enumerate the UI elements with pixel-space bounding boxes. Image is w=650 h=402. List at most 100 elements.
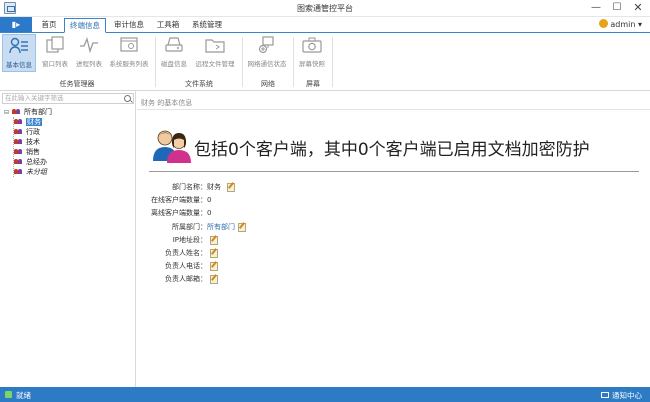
tree-node-admin[interactable]: 行政 (4, 127, 52, 137)
tree-node-root[interactable]: ⊟ 所有部门 (4, 107, 52, 117)
basic-info-button[interactable]: 基本信息 (2, 34, 36, 72)
tree-node-gm-office[interactable]: 总经办 (4, 157, 52, 167)
edit-icon[interactable] (210, 261, 218, 271)
status-text: 就绪 (16, 391, 31, 400)
edit-icon[interactable] (227, 182, 235, 192)
screenshot-label: 屏幕快照 (299, 60, 325, 68)
window-title: 图索通管控平台 (297, 4, 353, 13)
tab-audit-info[interactable]: 审计信息 (109, 18, 149, 33)
title-bar: 图索通管控平台 — ☐ ✕ (0, 0, 650, 17)
folder-icon (205, 39, 225, 53)
ribbon-separator (332, 37, 333, 87)
tree-node-label: 总经办 (26, 158, 47, 166)
group-icon (14, 147, 24, 155)
department-tree: ⊟ 所有部门 财务 行政 技术 销售 总经办 未分组 (4, 107, 52, 177)
disk-info-button[interactable]: 磁盘信息 (158, 34, 190, 72)
tree-node-label: 行政 (26, 128, 40, 136)
basic-info-label: 基本信息 (6, 61, 32, 69)
group-icon (14, 117, 24, 125)
close-button[interactable]: ✕ (630, 1, 646, 15)
tree-node-label: 财务 (26, 118, 42, 126)
field-parent-department: 所属部门：所有部门 (147, 222, 246, 232)
notification-center-button[interactable]: 通知中心 (601, 390, 642, 401)
edit-icon[interactable] (210, 274, 218, 284)
group-network: 网络 (261, 80, 275, 88)
field-label: 所属部门： (172, 223, 207, 231)
tree-node-sales[interactable]: 销售 (4, 147, 52, 157)
edit-icon[interactable] (210, 235, 218, 245)
field-manager-phone: 负责人电话： (147, 261, 218, 271)
mail-icon (601, 392, 609, 398)
process-list-label: 进程列表 (76, 60, 102, 68)
edit-icon[interactable] (210, 248, 218, 258)
field-label: IP地址段： (172, 236, 207, 244)
group-icon (14, 127, 24, 135)
status-icon (5, 391, 12, 398)
user-name: admin (610, 20, 636, 29)
field-label: 在线客户端数量： (151, 196, 207, 204)
notification-label: 通知中心 (612, 391, 642, 400)
service-list-button[interactable]: 系统服务列表 (107, 34, 151, 72)
group-icon (12, 107, 22, 115)
field-label: 负责人邮箱： (165, 275, 207, 283)
group-task-manager: 任务管理器 (59, 80, 95, 88)
users-icon (153, 130, 191, 163)
field-label: 离线客户端数量： (151, 209, 207, 217)
process-list-button[interactable]: 进程列表 (73, 34, 105, 72)
field-ip-range: IP地址段： (147, 235, 218, 245)
field-online-count: 在线客户端数量：0 (139, 195, 211, 205)
tree-node-label: 销售 (26, 148, 40, 156)
group-icon (14, 137, 24, 145)
window-list-icon (46, 36, 64, 53)
breadcrumb: 财务 的基本信息 (141, 99, 193, 107)
service-list-label: 系统服务列表 (109, 60, 149, 68)
screenshot-button[interactable]: 屏幕快照 (296, 34, 328, 72)
app-menu-button[interactable]: ▮▸ (0, 17, 32, 32)
field-label: 部门名称： (172, 183, 207, 191)
remote-file-button[interactable]: 远程文件管理 (192, 34, 238, 72)
user-menu[interactable]: admin ▾ (599, 19, 642, 29)
basic-info-icon (9, 37, 28, 54)
group-icon (14, 167, 24, 175)
summary-headline: 包括0个客户端，其中0个客户端已启用文档加密防护 (194, 140, 590, 160)
group-file-system: 文件系统 (185, 80, 213, 88)
tab-toolbox[interactable]: 工具箱 (151, 18, 185, 33)
edit-icon[interactable] (238, 222, 246, 232)
remote-file-label: 远程文件管理 (195, 60, 235, 68)
status-bar: 就绪 通知中心 (0, 387, 650, 402)
camera-icon (302, 37, 322, 53)
tree-node-label: 技术 (26, 138, 40, 146)
tree-node-ungrouped[interactable]: 未分组 (4, 167, 52, 177)
divider (137, 109, 650, 110)
field-manager-name: 负责人姓名： (147, 248, 218, 258)
field-value: 0 (207, 196, 212, 204)
field-value: 财务 (207, 183, 221, 191)
window-list-button[interactable]: 窗口列表 (39, 34, 71, 72)
disk-info-label: 磁盘信息 (161, 60, 187, 68)
tab-system-management[interactable]: 系统管理 (187, 18, 227, 33)
minimize-button[interactable]: — (588, 1, 604, 15)
tree-node-finance[interactable]: 财务 (4, 117, 52, 127)
network-icon (258, 36, 274, 54)
network-status-label: 网络通信状态 (247, 60, 287, 68)
tree-node-tech[interactable]: 技术 (4, 137, 52, 147)
group-icon (14, 157, 24, 165)
tab-terminal-info[interactable]: 终端信息 (64, 18, 106, 33)
disk-icon (165, 37, 183, 52)
tab-home[interactable]: 首页 (36, 18, 62, 33)
chevron-down-icon: ▾ (637, 20, 642, 29)
detail-panel: 财务 的基本信息 包括0个客户端，其中0个客户端已启用文档加密防护 部门名称：财… (137, 91, 650, 387)
parent-department-link[interactable]: 所有部门 (207, 223, 235, 231)
search-placeholder: 在此输入关键字筛选 (5, 94, 64, 102)
ribbon: 基本信息 窗口列表 进程列表 系统服务列表 磁盘信息 远程文件管理 网络通信状态… (0, 33, 650, 91)
search-icon[interactable] (124, 95, 131, 102)
process-list-icon (80, 36, 98, 54)
search-input[interactable]: 在此输入关键字筛选 (2, 93, 134, 104)
service-list-icon (120, 37, 138, 52)
department-panel: 在此输入关键字筛选 ⊟ 所有部门 财务 行政 技术 销售 总经办 未分组 (0, 91, 136, 387)
field-value: 0 (207, 209, 212, 217)
network-status-button[interactable]: 网络通信状态 (245, 34, 289, 72)
maximize-button[interactable]: ☐ (609, 1, 625, 15)
divider (149, 171, 639, 172)
menu-bar: ▮▸ 首页 终端信息 审计信息 工具箱 系统管理 admin ▾ (0, 17, 650, 33)
